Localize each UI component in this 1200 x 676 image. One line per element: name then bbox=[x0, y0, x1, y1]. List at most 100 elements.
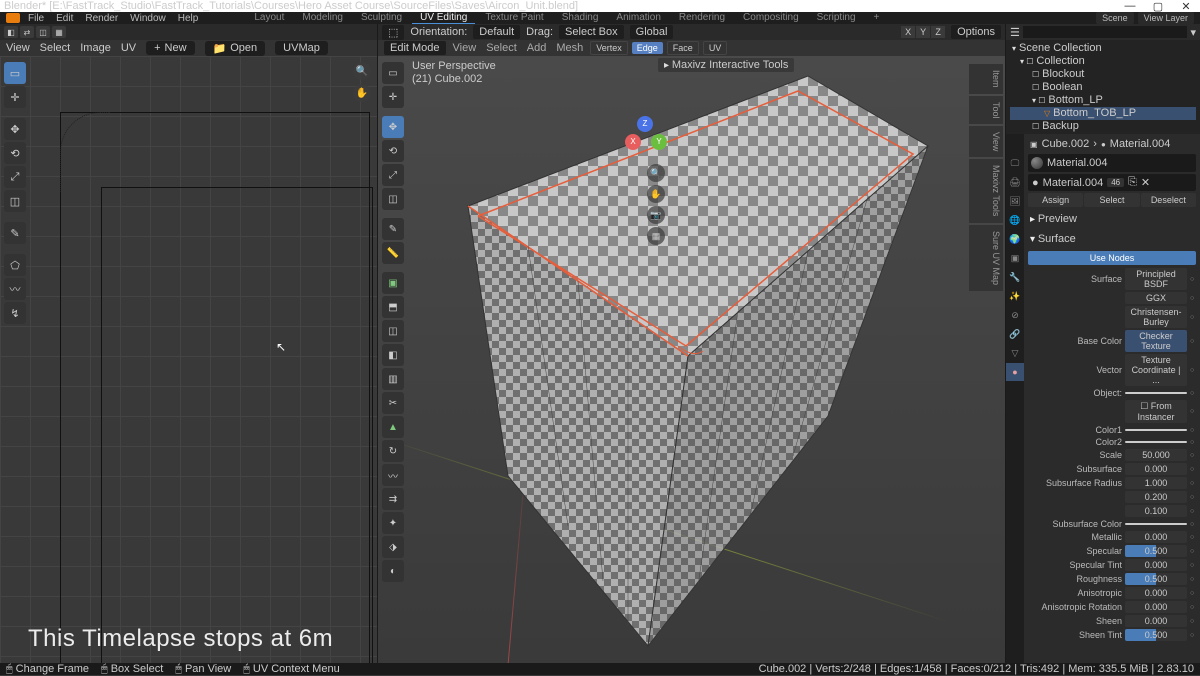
tool-spin[interactable]: ↻ bbox=[382, 440, 404, 462]
property-value[interactable]: 0.000 bbox=[1125, 587, 1187, 599]
uv-canvas[interactable]: ▭ ✛ ✥ ⟲ ⤢ ◫ ✎ ⬠ 〰 ↯ 🔍 ✋ ↖ bbox=[0, 56, 377, 663]
uv-menu-uv[interactable]: UV bbox=[121, 42, 136, 54]
mat-copy-icon[interactable]: ⎘ bbox=[1128, 176, 1137, 189]
property-keyframe-dot[interactable]: ○ bbox=[1190, 604, 1196, 611]
tree-bottom-tob-lp[interactable]: ▽Bottom_TOB_LP bbox=[1010, 107, 1196, 120]
tool-knife[interactable]: ✂ bbox=[382, 392, 404, 414]
property-value[interactable] bbox=[1125, 441, 1187, 443]
tool-add-cube[interactable]: ▣ bbox=[382, 272, 404, 294]
property-keyframe-dot[interactable]: ○ bbox=[1190, 408, 1196, 415]
zoom-icon[interactable]: 🔍 bbox=[353, 62, 371, 80]
property-keyframe-dot[interactable]: ○ bbox=[1190, 494, 1196, 501]
property-value[interactable]: 0.000 bbox=[1125, 559, 1187, 571]
tool-shear[interactable]: ⬗ bbox=[382, 536, 404, 558]
assign-button[interactable]: Assign bbox=[1028, 193, 1083, 207]
property-keyframe-dot[interactable]: ○ bbox=[1190, 314, 1196, 321]
options-dropdown[interactable]: Options bbox=[951, 25, 1001, 39]
property-value[interactable]: Christensen-Burley bbox=[1125, 306, 1187, 328]
uv-select-mode-icon[interactable]: ◫ bbox=[36, 26, 50, 38]
property-keyframe-dot[interactable]: ○ bbox=[1190, 632, 1196, 639]
pan-icon[interactable]: ✋ bbox=[353, 84, 371, 102]
uv-sticky-icon[interactable]: ▦ bbox=[52, 26, 66, 38]
drag-dropdown[interactable]: Select Box bbox=[559, 25, 624, 39]
tool-polybuild[interactable]: ▲ bbox=[382, 416, 404, 438]
camera-nav-icon[interactable]: 📷 bbox=[647, 206, 665, 224]
surface-section[interactable]: ▾ Surface bbox=[1030, 231, 1194, 247]
tab-scripting[interactable]: Scripting bbox=[809, 12, 864, 24]
property-value[interactable]: 50.000 bbox=[1125, 449, 1187, 461]
tool-select-box[interactable]: ▭ bbox=[4, 62, 26, 84]
tree-blockout[interactable]: ☐Blockout bbox=[1010, 68, 1196, 81]
select-mode-uv[interactable]: UV bbox=[703, 41, 728, 55]
navigation-gizmo[interactable]: Z Y X bbox=[625, 116, 665, 156]
tree-boolean[interactable]: ☐Boolean bbox=[1010, 81, 1196, 94]
property-keyframe-dot[interactable]: ○ bbox=[1190, 508, 1196, 515]
uv-map-selector[interactable]: UVMap bbox=[275, 41, 328, 55]
property-value[interactable]: Checker Texture bbox=[1125, 330, 1187, 352]
property-keyframe-dot[interactable]: ○ bbox=[1190, 276, 1196, 283]
property-keyframe-dot[interactable]: ○ bbox=[1190, 338, 1196, 345]
outliner-type-icon[interactable]: ☰ bbox=[1010, 26, 1020, 39]
close-button[interactable]: ✕ bbox=[1176, 0, 1196, 13]
zoom-nav-icon[interactable]: 🔍 bbox=[647, 164, 665, 182]
proptab-render[interactable]: 🖵 bbox=[1006, 154, 1024, 172]
property-value[interactable] bbox=[1125, 523, 1187, 525]
use-nodes-button[interactable]: Use Nodes bbox=[1028, 251, 1196, 265]
tool-scale[interactable]: ⤢ bbox=[4, 166, 26, 188]
property-keyframe-dot[interactable]: ○ bbox=[1190, 618, 1196, 625]
npanel-tool[interactable]: Tool bbox=[969, 96, 1003, 125]
tab-shading[interactable]: Shading bbox=[554, 12, 607, 24]
property-keyframe-dot[interactable]: ○ bbox=[1190, 427, 1196, 434]
property-keyframe-dot[interactable]: ○ bbox=[1190, 466, 1196, 473]
npanel-view[interactable]: View bbox=[969, 126, 1003, 157]
menu-help[interactable]: Help bbox=[174, 13, 203, 24]
axis-y[interactable]: Y bbox=[916, 26, 930, 38]
gizmo-x-axis[interactable]: X bbox=[625, 134, 641, 150]
uv-new-button[interactable]: + New bbox=[146, 41, 194, 55]
tab-uv-editing[interactable]: UV Editing bbox=[412, 12, 475, 24]
proptab-mesh[interactable]: ▽ bbox=[1006, 344, 1024, 362]
tool-annotate[interactable]: ✎ bbox=[4, 222, 26, 244]
property-keyframe-dot[interactable]: ○ bbox=[1190, 295, 1196, 302]
npanel-sure[interactable]: Sure UV Map bbox=[969, 225, 1003, 291]
property-value[interactable]: 0.000 bbox=[1125, 601, 1187, 613]
pan-nav-icon[interactable]: ✋ bbox=[647, 185, 665, 203]
property-value[interactable]: ☐ From Instancer bbox=[1125, 400, 1187, 423]
tab-rendering[interactable]: Rendering bbox=[671, 12, 733, 24]
preview-section[interactable]: ▸ Preview bbox=[1030, 211, 1194, 227]
tree-bottom-lp[interactable]: ▾ ☐Bottom_LP bbox=[1010, 94, 1196, 107]
uv-sync-icon[interactable]: ⇄ bbox=[20, 26, 34, 38]
mode-selector[interactable]: Edit Mode bbox=[384, 41, 446, 55]
tree-collection[interactable]: ▾ ☐Collection bbox=[1010, 55, 1196, 68]
select-mode-vertex[interactable]: Vertex bbox=[590, 41, 628, 55]
material-name-field[interactable]: ●Material.004 46 ⎘ ✕ bbox=[1028, 174, 1196, 191]
tool-cursor-3d[interactable]: ✛ bbox=[382, 86, 404, 108]
proptab-particles[interactable]: ✨ bbox=[1006, 287, 1024, 305]
outliner-filter-icon[interactable]: ▾ bbox=[1190, 26, 1196, 39]
property-keyframe-dot[interactable]: ○ bbox=[1190, 521, 1196, 528]
transform-orientation[interactable]: Global bbox=[630, 25, 674, 39]
vp-menu-mesh[interactable]: Mesh bbox=[553, 42, 586, 54]
property-keyframe-dot[interactable]: ○ bbox=[1190, 590, 1196, 597]
proptab-viewlayer[interactable]: 🖼 bbox=[1006, 192, 1024, 210]
tool-rotate[interactable]: ⟲ bbox=[4, 142, 26, 164]
tab-add[interactable]: + bbox=[866, 12, 888, 24]
property-keyframe-dot[interactable]: ○ bbox=[1190, 562, 1196, 569]
tab-modeling[interactable]: Modeling bbox=[294, 12, 351, 24]
tool-rip-3d[interactable]: ◐ bbox=[382, 560, 404, 582]
tool-shrink[interactable]: ✦ bbox=[382, 512, 404, 534]
tool-inset[interactable]: ◫ bbox=[382, 320, 404, 342]
tab-texture-paint[interactable]: Texture Paint bbox=[477, 12, 551, 24]
property-value[interactable]: GGX bbox=[1125, 292, 1187, 304]
material-slot[interactable]: Material.004 bbox=[1028, 154, 1196, 172]
proptab-constraint[interactable]: 🔗 bbox=[1006, 325, 1024, 343]
menu-window[interactable]: Window bbox=[126, 13, 170, 24]
tool-bevel[interactable]: ◧ bbox=[382, 344, 404, 366]
addon-panel-header[interactable]: ▸ Maxivz Interactive Tools bbox=[658, 58, 794, 72]
perspective-nav-icon[interactable]: ▦ bbox=[647, 227, 665, 245]
tab-sculpting[interactable]: Sculpting bbox=[353, 12, 410, 24]
tool-measure[interactable]: 📏 bbox=[382, 242, 404, 264]
property-value[interactable]: 0.000 bbox=[1125, 463, 1187, 475]
property-keyframe-dot[interactable]: ○ bbox=[1190, 439, 1196, 446]
select-mode-edge[interactable]: Edge bbox=[632, 42, 663, 54]
